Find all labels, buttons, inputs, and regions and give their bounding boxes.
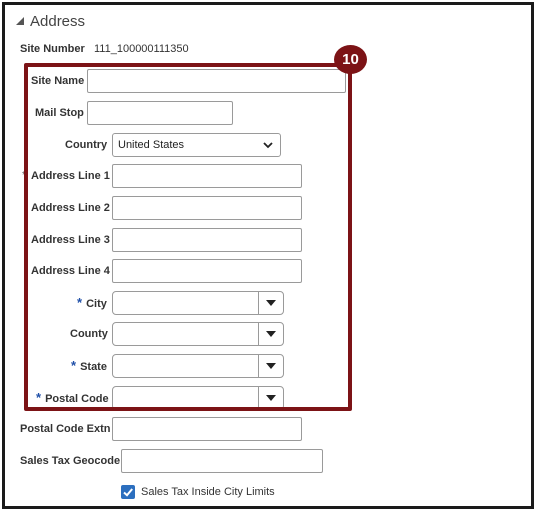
collapse-triangle-icon[interactable] <box>16 17 24 25</box>
site-number-value: 111_100000111350 <box>94 43 189 55</box>
country-select[interactable]: United States <box>112 133 281 157</box>
address-line-4-label: Address Line 4 <box>31 265 110 277</box>
address-line-2-label: Address Line 2 <box>31 202 110 214</box>
mail-stop-label: Mail Stop <box>35 107 84 119</box>
address-line-2-input[interactable] <box>112 196 302 220</box>
sales-tax-inside-city-limits-checkbox[interactable] <box>121 485 135 499</box>
caret-down-icon <box>266 395 276 401</box>
caret-down-icon <box>266 300 276 306</box>
county-label: County <box>70 328 108 340</box>
county-combobox[interactable] <box>112 322 284 346</box>
city-label: * City <box>77 295 107 310</box>
county-dropdown-button[interactable] <box>258 323 283 345</box>
required-icon: * <box>77 295 83 310</box>
required-icon: * <box>36 390 42 405</box>
address-section-header[interactable]: Address <box>16 10 85 32</box>
callout-number-badge: 10 <box>334 45 367 74</box>
caret-down-icon <box>266 331 276 337</box>
city-dropdown-button[interactable] <box>258 292 283 314</box>
site-name-label: Site Name <box>31 75 85 87</box>
required-icon: * <box>71 358 77 373</box>
country-label: Country <box>65 139 108 151</box>
state-dropdown-button[interactable] <box>258 355 283 377</box>
postal-code-combobox[interactable] <box>112 386 284 410</box>
postal-code-extn-label: Postal Code Extn <box>20 423 111 435</box>
section-title: Address <box>30 12 86 30</box>
sales-tax-geocode-label: Sales Tax Geocode <box>20 455 121 467</box>
country-selected-value: United States <box>118 139 185 151</box>
site-name-input[interactable] <box>87 69 346 93</box>
mail-stop-input[interactable] <box>87 101 233 125</box>
site-number-label: Site Number <box>20 43 85 55</box>
checkmark-icon <box>123 488 133 497</box>
postal-code-dropdown-button[interactable] <box>258 387 283 409</box>
state-label: * State <box>71 358 107 373</box>
address-line-4-input[interactable] <box>112 259 302 283</box>
required-asterisk-fragment: * <box>22 170 26 181</box>
state-combobox[interactable] <box>112 354 284 378</box>
sales-tax-inside-city-limits-label: Sales Tax Inside City Limits <box>141 486 275 498</box>
address-line-1-input[interactable] <box>112 164 302 188</box>
address-line-3-input[interactable] <box>112 228 302 252</box>
city-combobox[interactable] <box>112 291 284 315</box>
address-line-3-label: Address Line 3 <box>31 234 110 246</box>
caret-down-icon <box>266 363 276 369</box>
postal-code-label: * Postal Code <box>36 390 109 405</box>
chevron-down-icon <box>263 142 273 149</box>
sales-tax-geocode-input[interactable] <box>121 449 323 473</box>
address-line-1-label: Address Line 1 <box>31 170 110 182</box>
postal-code-extn-input[interactable] <box>112 417 302 441</box>
